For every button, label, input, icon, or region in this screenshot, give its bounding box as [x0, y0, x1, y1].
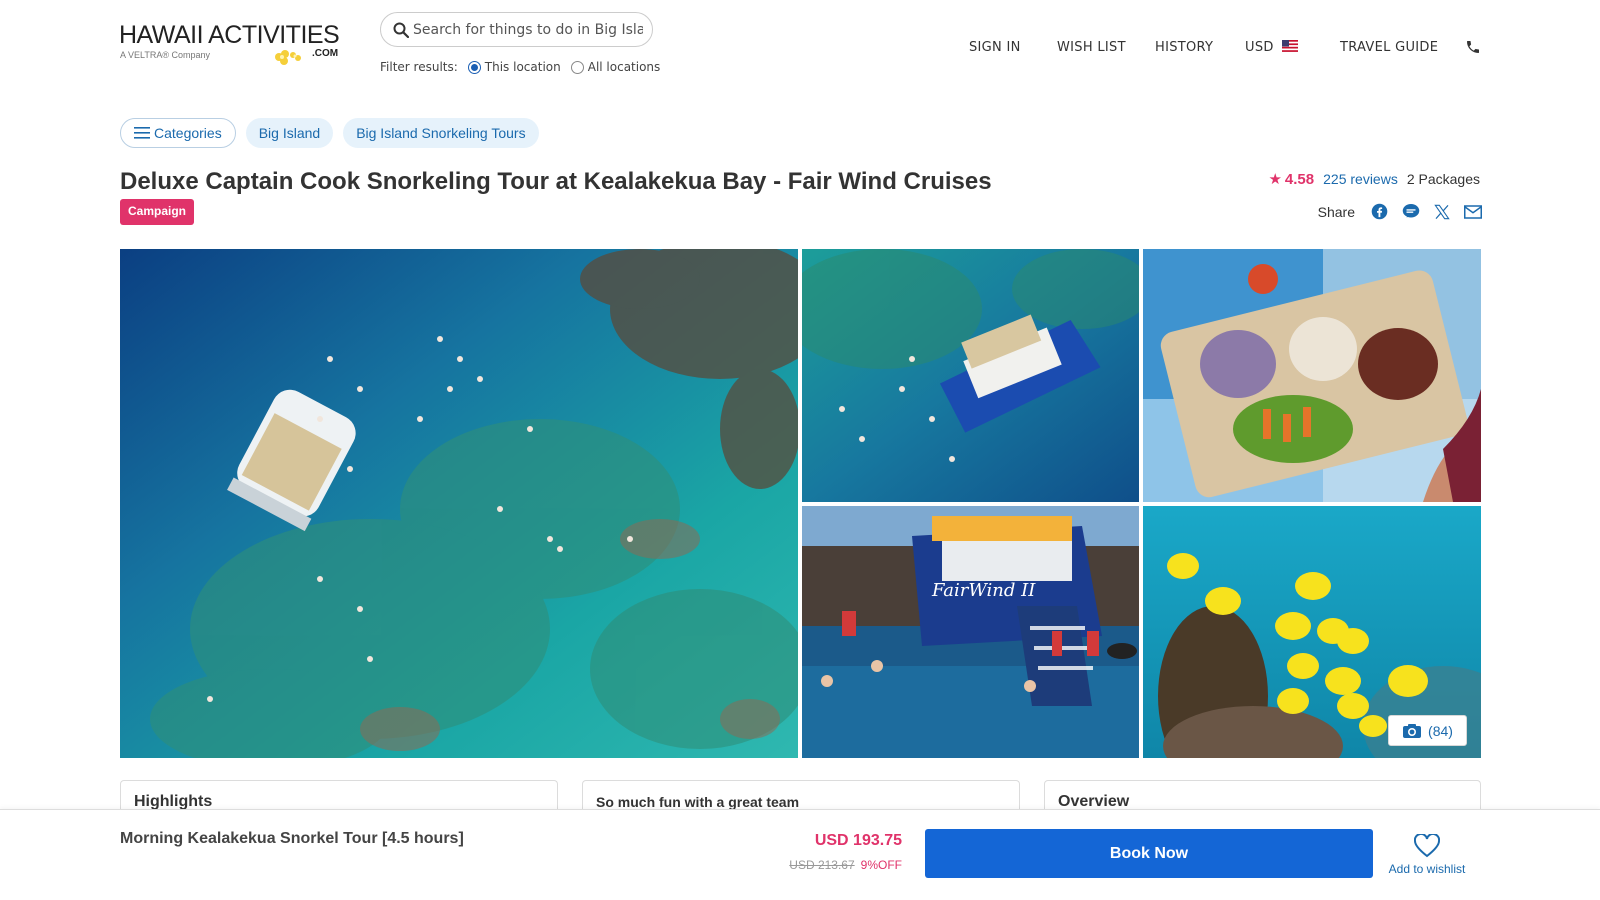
- search-input[interactable]: [413, 19, 643, 41]
- gallery-main-photo[interactable]: [120, 249, 798, 758]
- star-icon: ★: [1268, 171, 1282, 188]
- radio-all-locations-label[interactable]: All locations: [588, 60, 661, 74]
- gallery-photo-boat-aerial[interactable]: [802, 249, 1139, 502]
- search-icon: [393, 22, 409, 38]
- breadcrumb-item-snorkeling-tours[interactable]: Big Island Snorkeling Tours: [343, 118, 539, 148]
- menu-icon: [134, 127, 150, 139]
- radio-all-locations[interactable]: [570, 60, 584, 74]
- categories-button[interactable]: Categories: [120, 118, 236, 148]
- gallery-photo-fish[interactable]: (84): [1143, 506, 1481, 758]
- x-twitter-icon[interactable]: [1434, 204, 1450, 220]
- nav-currency[interactable]: USD: [1245, 40, 1299, 55]
- search-filter: Filter results: This location All locati…: [380, 60, 660, 74]
- svg-text:FairWind II: FairWind II: [931, 580, 1036, 601]
- radio-this-location[interactable]: [467, 60, 481, 74]
- price-discount: USD 213.67 9%OFF: [789, 858, 902, 872]
- nav-sign-in[interactable]: SIGN IN: [969, 40, 1021, 55]
- site-logo[interactable]: HAWAII ACTIVITIES A VELTRA® Company .COM: [119, 22, 344, 68]
- filter-label: Filter results:: [380, 60, 458, 74]
- phone-icon[interactable]: [1465, 39, 1481, 55]
- old-price: USD 213.67: [789, 858, 855, 872]
- review-title: So much fun with a great team: [596, 794, 800, 810]
- breadcrumb: Categories Big Island Big Island Snorkel…: [120, 118, 539, 148]
- share-label: Share: [1317, 203, 1355, 220]
- facebook-icon[interactable]: [1371, 203, 1388, 220]
- discount-label: 9%OFF: [860, 858, 902, 872]
- logo-subtext: A VELTRA® Company: [120, 50, 210, 60]
- photo-gallery: FairWind II (84): [120, 249, 1481, 758]
- camera-icon: [1403, 723, 1422, 738]
- breadcrumb-item-big-island[interactable]: Big Island: [245, 118, 334, 148]
- packages-count: 2 Packages: [1406, 171, 1480, 187]
- add-to-wishlist-button[interactable]: Add to wishlist: [1382, 834, 1472, 876]
- nav-wish-list[interactable]: WISH LIST: [1057, 40, 1126, 55]
- reviews-link[interactable]: 225 reviews: [1323, 171, 1398, 187]
- plumeria-icon: [275, 50, 301, 65]
- logo-com: .COM: [312, 48, 339, 59]
- nav-history[interactable]: HISTORY: [1155, 40, 1213, 55]
- wishlist-label: Add to wishlist: [1388, 862, 1466, 876]
- page-title: Deluxe Captain Cook Snorkeling Tour at K…: [120, 168, 992, 195]
- search-box[interactable]: [380, 12, 653, 47]
- current-price: USD 193.75: [814, 832, 902, 849]
- site-header: HAWAII ACTIVITIES A VELTRA® Company .COM…: [0, 0, 1600, 100]
- campaign-badge: Campaign: [120, 199, 195, 225]
- email-icon[interactable]: [1464, 204, 1482, 219]
- heart-icon: [1414, 834, 1440, 858]
- logo-text: HAWAII ACTIVITIES: [119, 21, 340, 49]
- us-flag-icon: [1282, 40, 1299, 52]
- rating-score: 4.58: [1284, 170, 1315, 188]
- photo-count-button[interactable]: (84): [1388, 715, 1467, 746]
- book-now-button[interactable]: Book Now: [925, 829, 1373, 878]
- gallery-photo-food[interactable]: [1143, 249, 1481, 502]
- categories-label: Categories: [154, 125, 222, 141]
- share-bar: Share: [1318, 203, 1482, 220]
- photo-count-label: (84): [1428, 722, 1453, 739]
- nav-travel-guide[interactable]: TRAVEL GUIDE: [1340, 40, 1438, 55]
- gallery-photo-boat-stairs[interactable]: FairWind II: [802, 506, 1139, 758]
- line-icon[interactable]: [1402, 203, 1420, 220]
- rating-summary: ★ 4.58 225 reviews 2 Packages: [1268, 170, 1480, 189]
- currency-label: USD: [1245, 40, 1274, 55]
- booking-bar: Morning Kealakekua Snorkel Tour [4.5 hou…: [0, 809, 1600, 900]
- radio-this-location-label[interactable]: This location: [485, 60, 561, 74]
- package-name: Morning Kealakekua Snorkel Tour [4.5 hou…: [120, 830, 464, 847]
